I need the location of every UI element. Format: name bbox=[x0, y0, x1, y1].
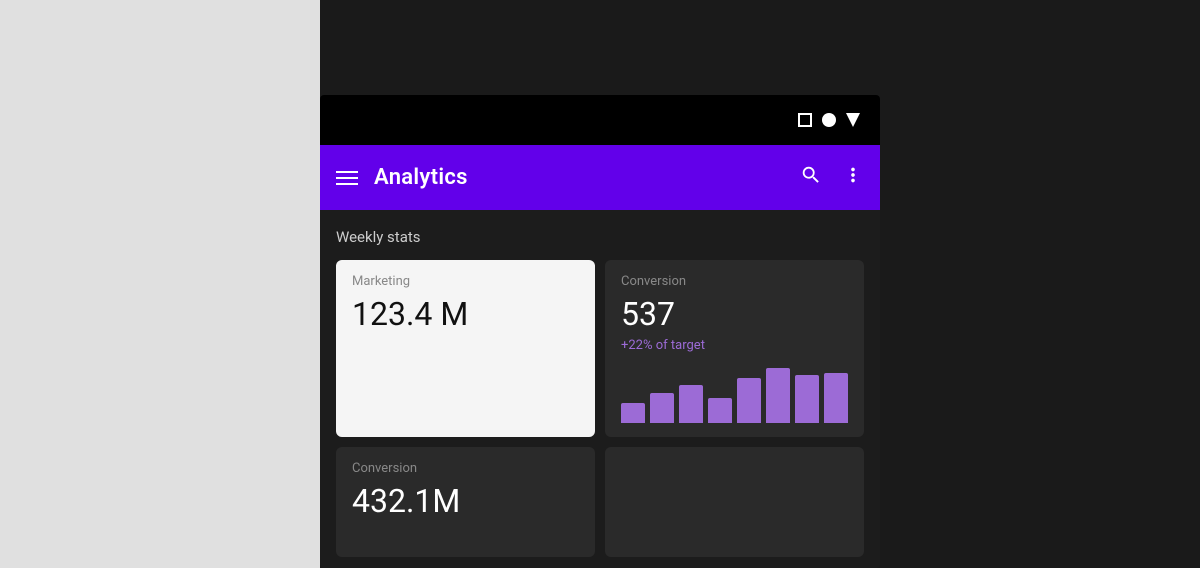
marketing-label: Marketing bbox=[352, 274, 579, 289]
menu-button[interactable] bbox=[336, 171, 358, 185]
status-bar bbox=[320, 95, 880, 145]
conversion-top-subtitle: +22% of target bbox=[621, 338, 848, 353]
bar-chart-bar bbox=[766, 368, 790, 423]
bar-chart-bar bbox=[708, 398, 732, 423]
phone-mockup: Analytics Weekly stats bbox=[320, 95, 880, 568]
bar-chart-bar bbox=[737, 378, 761, 423]
status-square-icon bbox=[798, 113, 812, 127]
conversion-top-label: Conversion bbox=[621, 274, 848, 289]
placeholder-card bbox=[605, 447, 864, 557]
top-cards-row: Marketing 123.4 M Conversion 537 +22% of… bbox=[336, 260, 864, 437]
status-triangle-icon bbox=[846, 113, 860, 127]
more-options-icon[interactable] bbox=[842, 164, 864, 192]
weekly-stats-label: Weekly stats bbox=[336, 228, 864, 246]
bar-chart-bar bbox=[621, 403, 645, 423]
conversion-bottom-value: 432.1M bbox=[352, 484, 579, 519]
marketing-value: 123.4 M bbox=[352, 297, 579, 332]
conversion-top-card: Conversion 537 +22% of target bbox=[605, 260, 864, 437]
bottom-cards-row: Conversion 432.1M bbox=[336, 447, 864, 557]
bar-chart bbox=[621, 363, 848, 423]
bar-chart-bar bbox=[795, 375, 819, 423]
search-icon[interactable] bbox=[800, 164, 822, 192]
conversion-bottom-label: Conversion bbox=[352, 461, 579, 476]
bar-chart-bar bbox=[824, 373, 848, 423]
bar-chart-bar bbox=[650, 393, 674, 423]
status-circle-icon bbox=[822, 113, 836, 127]
app-bar-actions bbox=[800, 164, 864, 192]
app-bar: Analytics bbox=[320, 145, 880, 210]
bar-chart-bar bbox=[679, 385, 703, 423]
marketing-card: Marketing 123.4 M bbox=[336, 260, 595, 437]
conversion-top-value: 537 bbox=[621, 297, 848, 332]
app-title: Analytics bbox=[374, 165, 784, 190]
conversion-bottom-card: Conversion 432.1M bbox=[336, 447, 595, 557]
right-panel: Analytics Weekly stats bbox=[320, 0, 1200, 568]
left-panel bbox=[0, 0, 320, 568]
content-area: Weekly stats Marketing 123.4 M Conversio… bbox=[320, 210, 880, 568]
